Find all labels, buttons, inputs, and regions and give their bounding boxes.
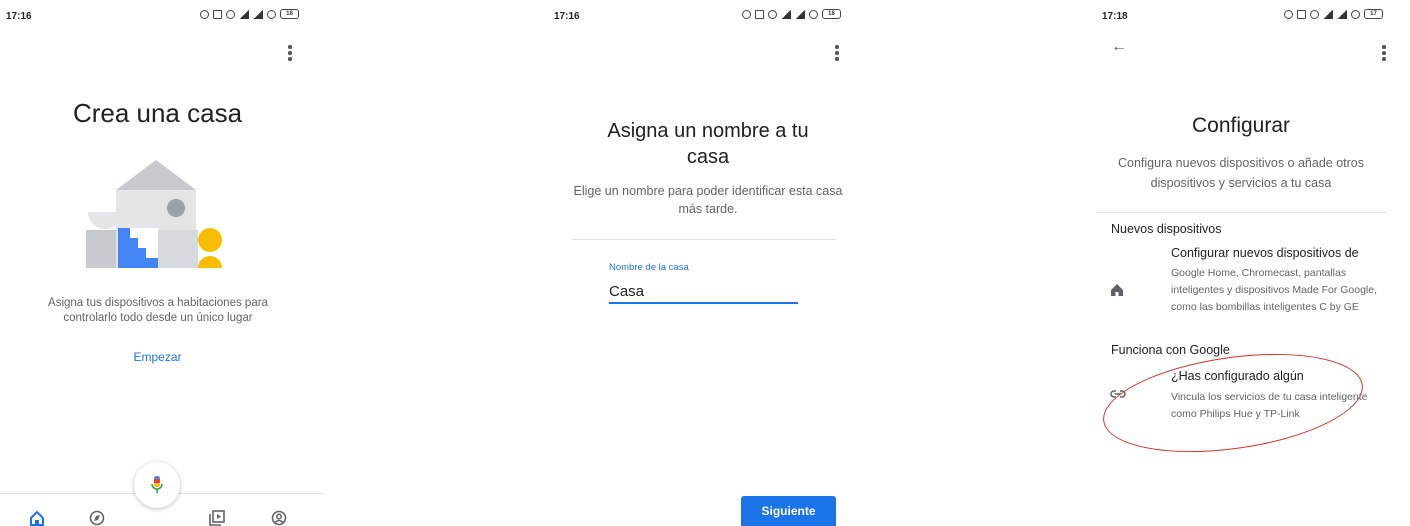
signal-icon (1323, 9, 1333, 19)
home-name-input[interactable] (609, 280, 798, 304)
page-title: Asigna un nombre a tu casa (607, 120, 809, 168)
page-title: Crea una casa (72, 98, 243, 128)
next-button[interactable]: Siguiente (741, 496, 836, 526)
setup-new-devices-title[interactable]: Configurar nuevos dispositivos de (1171, 246, 1359, 260)
more-options-icon[interactable] (288, 45, 292, 63)
status-icons: 17 (1284, 9, 1383, 19)
section-new-devices: Nuevos dispositivos (1111, 222, 1222, 236)
signal-icon (795, 9, 805, 19)
alarm-icon (226, 9, 235, 19)
home-icon (1111, 284, 1123, 296)
home-illustration (86, 160, 222, 268)
battery-icon: 17 (1364, 9, 1383, 19)
status-icons: 18 (200, 9, 299, 19)
headphones-icon (742, 9, 751, 19)
status-bar: 17:16 18 (0, 0, 325, 30)
battery-icon: 18 (280, 9, 299, 19)
signal-icon (239, 9, 249, 19)
bluetooth-icon (755, 9, 764, 19)
account-icon[interactable] (270, 510, 288, 526)
screen-create-home: 17:16 18 Crea una casa Asigna tus dispos… (0, 0, 325, 526)
wifi-icon (267, 9, 276, 19)
status-time: 17:16 (554, 11, 580, 22)
bluetooth-icon (213, 9, 222, 19)
status-icons: 18 (742, 9, 841, 19)
status-bar: 17:16 18 (548, 0, 868, 30)
more-options-icon[interactable] (1382, 45, 1386, 63)
signal-icon (781, 9, 791, 19)
status-bar: 17:18 17 (1096, 0, 1410, 30)
page-title: Configurar (1191, 114, 1291, 137)
page-description: Asigna tus dispositivos a habitaciones p… (48, 297, 268, 324)
mic-button[interactable] (134, 462, 180, 508)
alarm-icon (1310, 9, 1319, 19)
alarm-icon (768, 9, 777, 19)
status-time: 17:16 (6, 11, 32, 22)
page-subtitle: Configura nuevos dispositivos o añade ot… (1118, 156, 1364, 190)
headphones-icon (1284, 9, 1293, 19)
battery-icon: 18 (822, 9, 841, 19)
screen-name-home: 17:16 18 Asigna un nombre a tu casa Elig… (548, 0, 868, 526)
highlight-annotation (1096, 339, 1370, 467)
headphones-icon (200, 9, 209, 19)
status-time: 17:18 (1102, 11, 1128, 22)
page-description: Elige un nombre para poder identificar e… (573, 184, 843, 216)
explore-icon[interactable] (88, 510, 106, 526)
mic-icon (151, 476, 163, 493)
home-icon[interactable] (28, 510, 46, 526)
signal-icon (1337, 9, 1347, 19)
back-arrow-icon[interactable]: ← (1111, 38, 1127, 56)
signal-icon (253, 9, 263, 19)
more-options-icon[interactable] (835, 45, 839, 63)
start-link[interactable]: Empezar (0, 350, 315, 364)
wifi-icon (809, 9, 818, 19)
screen-setup: 17:18 17 ← Configurar Configura nuevos d… (1096, 0, 1410, 526)
setup-new-devices-desc: Google Home, Chromecast, pantallas intel… (1171, 267, 1378, 313)
divider (1096, 212, 1386, 213)
wifi-icon (1351, 9, 1360, 19)
divider (572, 239, 836, 240)
media-icon[interactable] (208, 510, 226, 526)
home-name-label: Nombre de la casa (609, 262, 689, 273)
bluetooth-icon (1297, 9, 1306, 19)
section-works-with-google: Funciona con Google (1111, 343, 1230, 357)
